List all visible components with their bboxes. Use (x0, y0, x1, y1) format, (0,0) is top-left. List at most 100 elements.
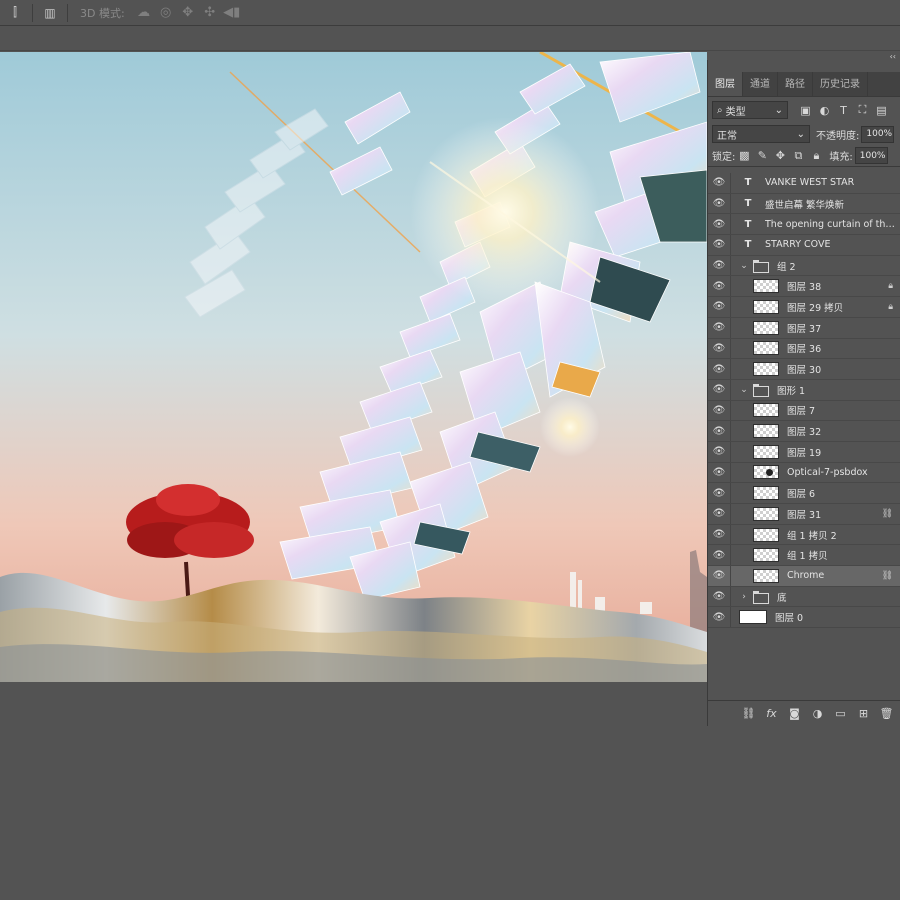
new-group-icon[interactable]: ▭ (830, 707, 851, 720)
link-layers-icon[interactable]: ⛓ (738, 707, 759, 720)
filter-kind-label: 类型 (725, 106, 746, 118)
layer-row[interactable]: 👁︎ 图层 19 (708, 441, 900, 463)
visibility-eye-icon[interactable]: 👁︎ (708, 529, 730, 540)
eye-divider (730, 214, 731, 235)
visibility-eye-icon[interactable]: 👁︎ (708, 426, 730, 437)
align-icon[interactable]: ⫿ (4, 2, 26, 24)
visibility-eye-icon[interactable]: 👁︎ (708, 322, 730, 333)
layer-thumbnail (753, 403, 779, 418)
filter-kind-select[interactable]: ⌕ 类型 ⌄ (712, 101, 788, 119)
layer-row[interactable]: 👁︎ 图层 38 🔒︎ (708, 276, 900, 298)
visibility-eye-icon[interactable]: 👁︎ (708, 177, 730, 188)
scale-3d-icon[interactable]: ◀▮ (221, 2, 243, 24)
blend-mode-select[interactable]: 正常 ⌄ (712, 125, 810, 143)
eye-divider (730, 545, 731, 566)
smart-object-filter-icon[interactable]: ▤ (872, 101, 891, 120)
layer-row[interactable]: 👁︎ T VANKE WEST STAR (708, 173, 900, 194)
layer-row[interactable]: 👁︎ Optical-7-psbdox (708, 462, 900, 484)
layer-row[interactable]: 👁︎ 图层 29 拷贝 🔒︎ (708, 297, 900, 318)
delete-layer-icon[interactable]: 🗑︎ (876, 707, 897, 720)
layer-row[interactable]: 👁︎ ⌄ 组 2 (708, 255, 900, 277)
eye-divider (730, 524, 731, 545)
chevron-down-icon[interactable]: ⌄ (739, 261, 749, 271)
layer-thumbnail (753, 506, 779, 521)
roll-3d-icon[interactable]: ◎ (155, 2, 177, 24)
visibility-eye-icon[interactable]: 👁︎ (708, 467, 730, 478)
visibility-eye-icon[interactable]: 👁︎ (708, 281, 730, 292)
tab-layers[interactable]: 图层 (708, 72, 743, 96)
layer-row[interactable]: 👁︎ Chrome ⛓ (708, 566, 900, 587)
document-canvas[interactable] (0, 52, 707, 682)
shape-filter-icon[interactable]: ⛶ (853, 101, 872, 120)
eye-divider (730, 297, 731, 317)
lock-pixels-icon[interactable]: ✎ (753, 149, 771, 162)
layer-row[interactable]: 👁︎ T The opening curtain of the g... (708, 214, 900, 236)
slide-3d-icon[interactable]: ✣ (199, 2, 221, 24)
layer-row[interactable]: 👁︎ T STARRY COVE (708, 235, 900, 256)
image-filter-icon[interactable]: ▣ (796, 101, 815, 120)
visibility-eye-icon[interactable]: 👁︎ (708, 550, 730, 561)
adjustment-filter-icon[interactable]: ◐ (815, 101, 834, 120)
layer-name: 图层 7 (787, 406, 816, 418)
visibility-eye-icon[interactable]: 👁︎ (708, 405, 730, 416)
layer-row[interactable]: 👁︎ 组 1 拷贝 2 (708, 524, 900, 546)
type-filter-icon[interactable]: T (834, 101, 853, 120)
visibility-eye-icon[interactable]: 👁︎ (708, 301, 730, 312)
visibility-eye-icon[interactable]: 👁︎ (708, 446, 730, 457)
fill-input[interactable]: 100% (854, 147, 888, 164)
lock-transparency-icon[interactable]: ▩ (735, 149, 753, 162)
layer-row[interactable]: 👁︎ 图层 0 (708, 607, 900, 629)
distribute-icon[interactable]: ▥ (39, 2, 61, 24)
new-adjustment-icon[interactable]: ◑ (807, 707, 828, 720)
visibility-eye-icon[interactable]: 👁︎ (708, 198, 730, 209)
add-mask-icon[interactable]: ◙ (784, 707, 805, 720)
visibility-eye-icon[interactable]: 👁︎ (708, 239, 730, 250)
visibility-eye-icon[interactable]: 👁︎ (708, 260, 730, 271)
opacity-input[interactable]: 100% (861, 125, 895, 143)
new-layer-icon[interactable]: ⊞ (853, 707, 874, 720)
eye-divider (730, 607, 731, 628)
fx-icon[interactable]: fx (761, 707, 782, 720)
layer-row[interactable]: 👁︎ › 底 (708, 586, 900, 608)
tab-history[interactable]: 历史记录 (813, 72, 868, 96)
layer-thumbnail (753, 465, 779, 480)
layer-row[interactable]: 👁︎ T 盛世启幕 繁华焕新 (708, 193, 900, 215)
layer-thumbnail (753, 424, 779, 439)
pan-3d-icon[interactable]: ✥ (177, 2, 199, 24)
visibility-eye-icon[interactable]: 👁︎ (708, 343, 730, 354)
eye-divider (730, 235, 731, 255)
layer-row[interactable]: 👁︎ ⌄ 图形 1 (708, 379, 900, 401)
lock-artboard-icon[interactable]: ⧉ (789, 149, 807, 163)
fill-label: 填充: (829, 152, 853, 163)
visibility-eye-icon[interactable]: 👁︎ (708, 570, 730, 581)
layer-row[interactable]: 👁︎ 图层 36 (708, 338, 900, 360)
layer-row[interactable]: 👁︎ 组 1 拷贝 (708, 545, 900, 567)
layer-row[interactable]: 👁︎ 图层 31 ⛓ (708, 504, 900, 525)
visibility-eye-icon[interactable]: 👁︎ (708, 591, 730, 602)
layer-row[interactable]: 👁︎ 图层 30 (708, 359, 900, 380)
chevron-down-icon[interactable]: ⌄ (739, 385, 749, 395)
chevron-right-icon[interactable]: › (739, 592, 749, 602)
layers-panel: ‹‹ 图层 通道 路径 历史记录 ⌕ 类型 ⌄ ▣ ◐ T ⛶ ▤ 正常 ⌄ 不… (707, 52, 900, 726)
visibility-eye-icon[interactable]: 👁︎ (708, 612, 730, 623)
layer-row[interactable]: 👁︎ 图层 37 (708, 317, 900, 339)
collapse-panel-icon[interactable]: ‹‹ (890, 52, 896, 61)
visibility-eye-icon[interactable]: 👁︎ (708, 488, 730, 499)
layer-row[interactable]: 👁︎ 图层 32 (708, 421, 900, 442)
layer-name: 图层 6 (787, 489, 816, 501)
eye-divider (730, 483, 731, 503)
lock-position-icon[interactable]: ✥ (771, 149, 789, 162)
folder-icon (753, 260, 769, 274)
options-divider (32, 3, 33, 22)
tab-channels[interactable]: 通道 (743, 72, 778, 96)
visibility-eye-icon[interactable]: 👁︎ (708, 219, 730, 230)
visibility-eye-icon[interactable]: 👁︎ (708, 384, 730, 395)
eye-divider (730, 421, 731, 441)
visibility-eye-icon[interactable]: 👁︎ (708, 508, 730, 519)
visibility-eye-icon[interactable]: 👁︎ (708, 364, 730, 375)
layer-row[interactable]: 👁︎ 图层 7 (708, 400, 900, 422)
layer-row[interactable]: 👁︎ 图层 6 (708, 483, 900, 504)
tab-paths[interactable]: 路径 (778, 72, 813, 96)
orbit-3d-icon[interactable]: ☁ (133, 2, 155, 24)
lock-all-icon[interactable]: 🔒︎ (807, 149, 825, 163)
